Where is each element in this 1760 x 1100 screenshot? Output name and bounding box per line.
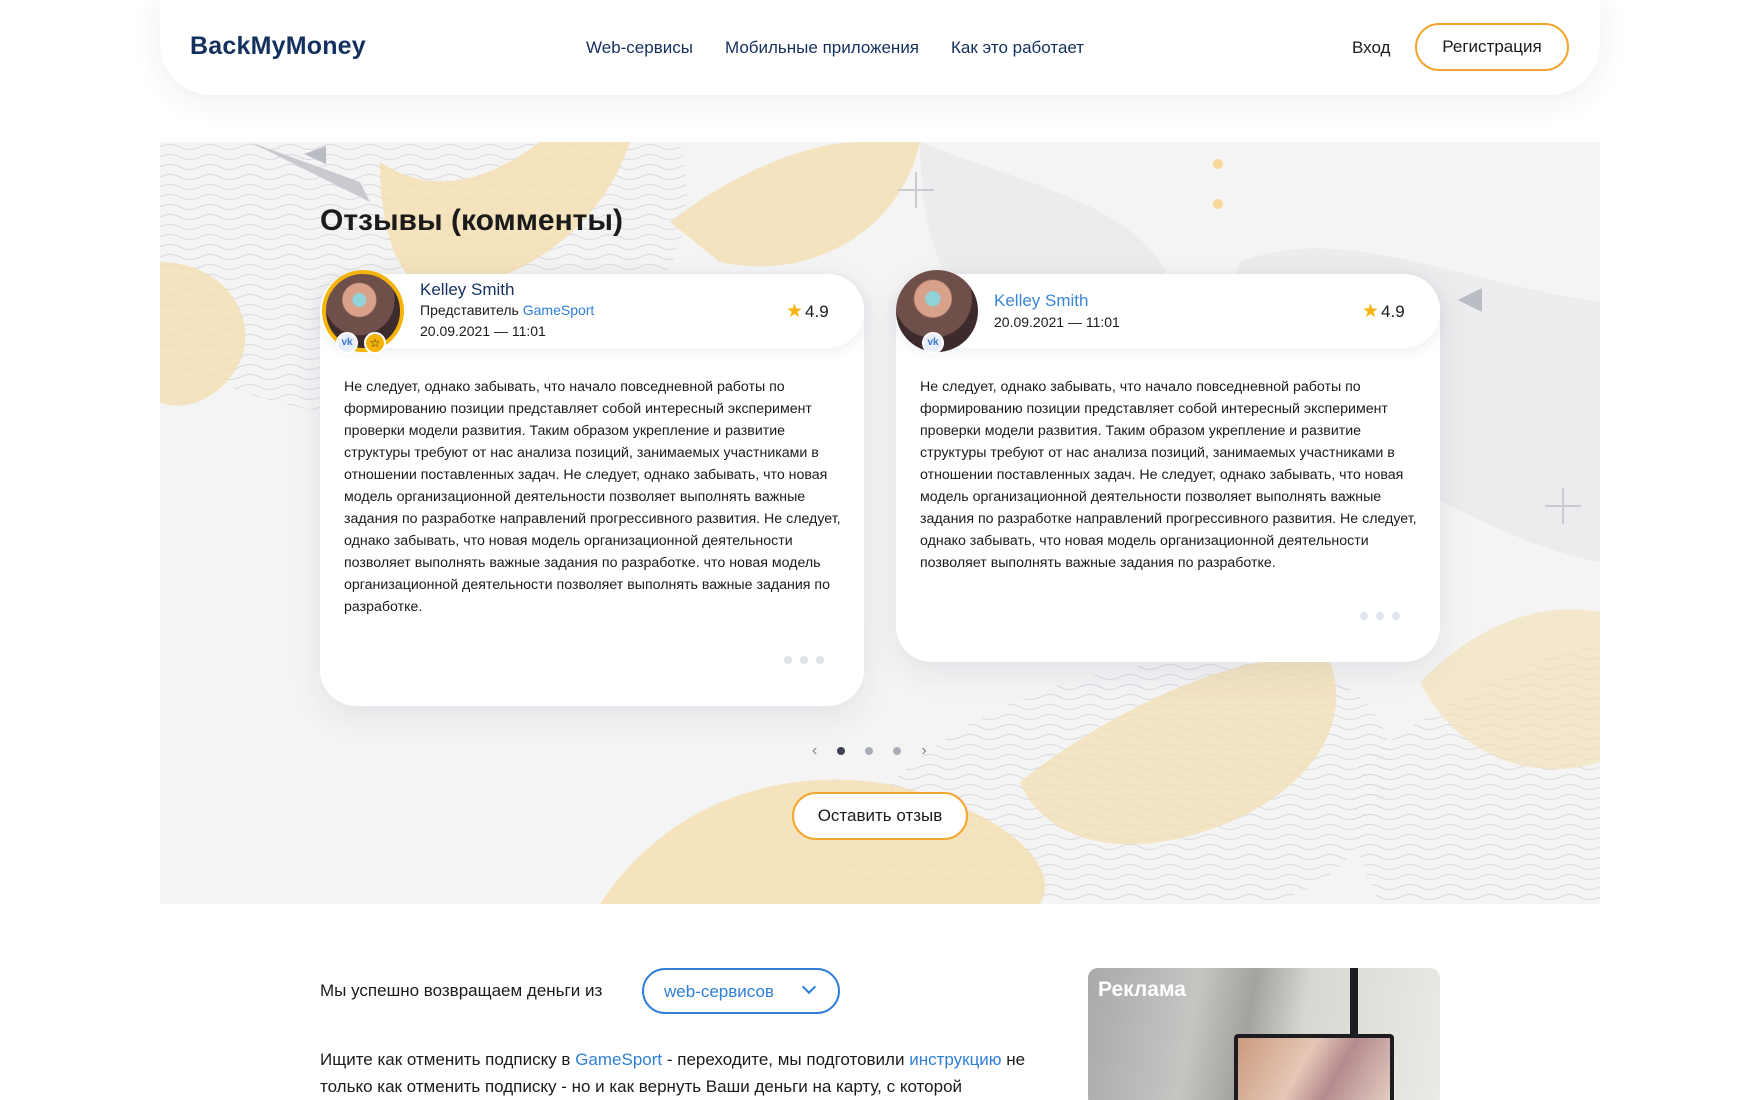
reviewer-name[interactable]: Kelley Smith — [994, 291, 1088, 311]
leave-review-button[interactable]: Оставить отзыв — [792, 792, 968, 840]
info-text-2: - переходите, мы подготовили — [662, 1050, 910, 1069]
reviewer-company-link[interactable]: GameSport — [523, 302, 595, 318]
service-type-select[interactable]: web-сервисов — [642, 968, 840, 1014]
rating-value: 4.9 — [1381, 302, 1405, 321]
site-logo[interactable]: BackMyMoney — [190, 32, 366, 61]
rating-value: 4.9 — [805, 302, 829, 321]
nav-mobile-apps[interactable]: Мобильные приложения — [725, 38, 919, 58]
prev-arrow-icon[interactable]: ‹ — [812, 742, 817, 760]
reviewer-role-prefix: Представитель — [420, 302, 519, 318]
review-text: Не следует, однако забывать, что начало … — [344, 379, 841, 615]
pager-dot-3[interactable] — [893, 747, 902, 755]
returns-label: Мы успешно возвращаем деньги из — [320, 981, 603, 1000]
chevron-down-icon — [801, 979, 817, 995]
register-button[interactable]: Регистрация — [1415, 23, 1569, 71]
more-options-icon[interactable] — [784, 656, 824, 664]
instruction-link[interactable]: инструкцию — [909, 1050, 1001, 1069]
gamesport-link[interactable]: GameSport — [575, 1050, 662, 1069]
verified-star-icon: ☆ — [364, 332, 386, 354]
pager-dot-1[interactable] — [837, 747, 846, 755]
star-icon: ★ — [786, 301, 804, 322]
vk-icon: vk — [922, 332, 944, 354]
main-nav: Web-сервисы Мобильные приложения Как это… — [586, 38, 1084, 58]
ad-image-monitor — [1234, 1034, 1394, 1100]
review-rating: ★ 4.9 — [1362, 300, 1405, 323]
select-value: web-сервисов — [664, 982, 774, 1001]
vk-icon: vk — [336, 332, 358, 354]
nav-how-it-works[interactable]: Как это работает — [951, 38, 1084, 58]
nav-web-services[interactable]: Web-сервисы — [586, 38, 693, 58]
reviews-pager: ‹ › — [812, 742, 927, 760]
site-header: BackMyMoney Web-сервисы Мобильные прилож… — [160, 0, 1600, 95]
ad-label: Реклама — [1098, 978, 1186, 1001]
reviewer-role: Представитель GameSport — [420, 302, 594, 318]
reviews-title: Отзывы (комменты) — [320, 204, 623, 237]
review-card: vk ☆ Kelley Smith Представитель GameSpor… — [320, 270, 864, 706]
login-link[interactable]: Вход — [1352, 38, 1390, 58]
more-options-icon[interactable] — [1360, 612, 1400, 620]
review-rating: ★ 4.9 — [786, 300, 829, 323]
avatar[interactable] — [322, 270, 404, 352]
next-arrow-icon[interactable]: › — [921, 742, 926, 760]
star-icon: ★ — [1362, 301, 1380, 322]
info-paragraph: Ищите как отменить подписку в GameSport … — [320, 1046, 1050, 1100]
review-text: Не следует, однако забывать, что начало … — [920, 379, 1417, 571]
ad-banner[interactable]: Реклама — [1088, 968, 1440, 1100]
review-date: 20.09.2021 — 11:01 — [994, 314, 1120, 330]
review-card: vk Kelley Smith 20.09.2021 — 11:01 ★ 4.9 … — [896, 270, 1440, 662]
reviews-section: Отзывы (комменты) vk ☆ Kelley Smith Пред… — [160, 142, 1600, 904]
pager-dot-2[interactable] — [865, 747, 874, 755]
review-date: 20.09.2021 — 11:01 — [420, 323, 546, 339]
reviewer-name[interactable]: Kelley Smith — [420, 280, 514, 300]
info-text-1: Ищите как отменить подписку в — [320, 1050, 576, 1069]
